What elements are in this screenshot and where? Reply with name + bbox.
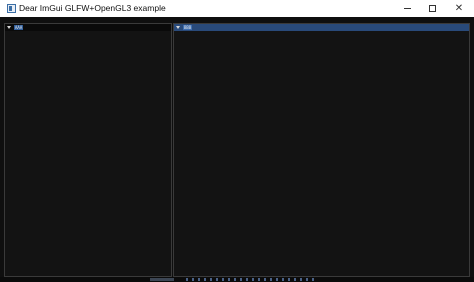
collapse-arrow-icon[interactable] [176,26,180,29]
close-button[interactable]: ✕ [447,0,471,17]
panel-header[interactable]: AAA [5,24,171,31]
collapse-arrow-icon[interactable] [7,26,11,29]
panel-body [5,31,171,276]
bottom-strip [0,277,474,282]
status-block [150,278,174,281]
panel-tab-bbb[interactable]: BBB [183,25,193,30]
app-viewport: AAA BBB [0,17,474,282]
close-icon: ✕ [454,2,464,14]
maximize-button[interactable] [420,0,444,17]
panel-header[interactable]: BBB [174,24,469,31]
window-title: Dear ImGui GLFW+OpenGL3 example [19,3,166,13]
status-marks [186,278,316,281]
minimize-icon [403,8,411,9]
minimize-button[interactable] [395,0,419,17]
window-titlebar[interactable]: Dear ImGui GLFW+OpenGL3 example ✕ [0,0,474,17]
panel-body [174,31,469,276]
panel-tab-aaa[interactable]: AAA [14,25,24,30]
app-icon [7,4,16,13]
panel-aaa[interactable]: AAA [4,23,172,277]
panel-bbb[interactable]: BBB [173,23,470,277]
maximize-icon [428,5,436,12]
header-fill [25,24,171,31]
